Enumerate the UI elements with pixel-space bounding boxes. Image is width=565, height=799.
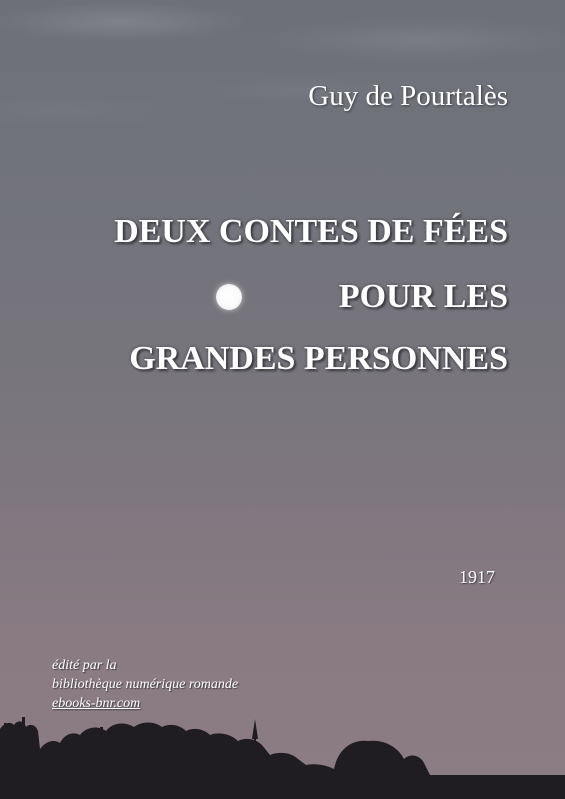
title-line-1: DEUX CONTES DE FÉES (114, 213, 508, 250)
publisher-line-2: bibliothèque numérique romande (52, 677, 239, 692)
book-cover: Guy de Pourtalès DEUX CONTES DE FÉES POU… (0, 0, 565, 799)
publisher-website-link[interactable]: ebooks-bnr.com (52, 694, 238, 713)
title-line-3: GRANDES PERSONNES (129, 340, 508, 377)
cloud-layer (0, 0, 565, 140)
publication-year: 1917 (459, 567, 495, 587)
title-line-2: POUR LES (338, 278, 508, 315)
author-name: Guy de Pourtalès (308, 80, 508, 112)
publisher-line-1: édité par la (52, 658, 117, 673)
publisher-credit: édité par la bibliothèque numérique roma… (52, 656, 238, 713)
moon-icon (216, 284, 242, 310)
